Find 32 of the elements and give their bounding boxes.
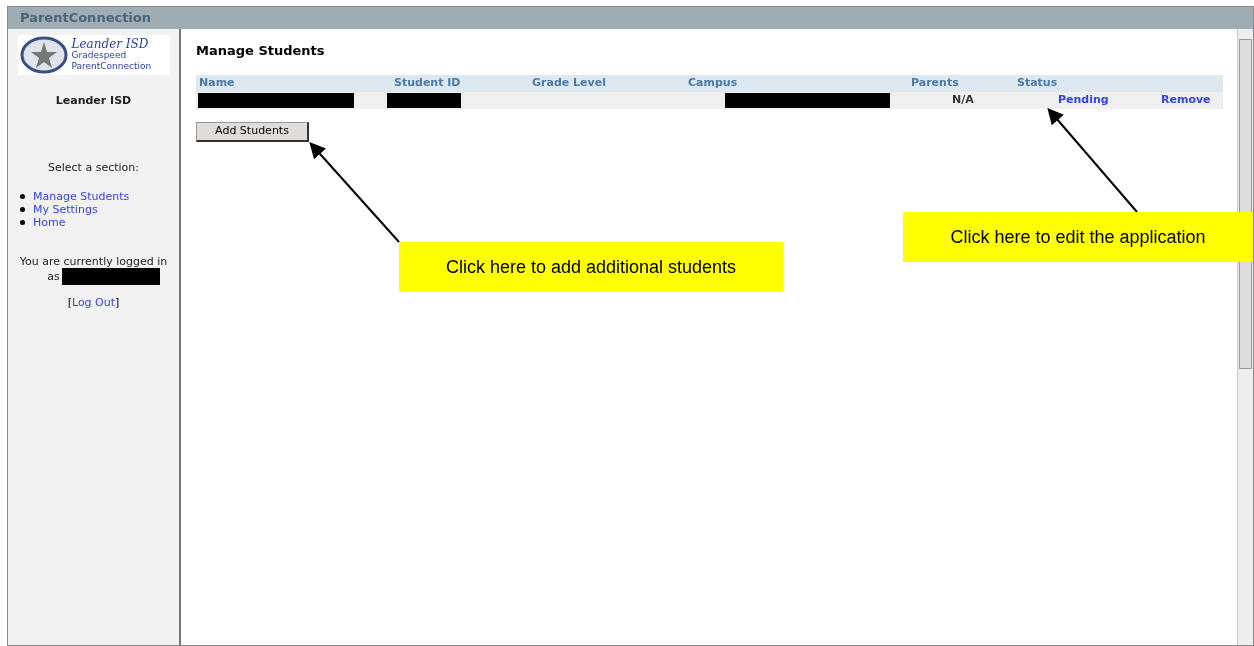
column-header: Name [199,74,236,91]
nav-link[interactable]: Manage Students [33,190,130,203]
logo-text: ParentConnection [71,60,152,72]
add-students-button[interactable]: Add Students [196,121,309,142]
column-header: Parents [911,74,960,91]
page-heading: Manage Students [196,42,326,60]
bracket-text: [ [67,295,72,311]
nav-link[interactable]: Home [33,216,66,229]
district-name: Leander ISD [55,93,132,109]
logo-text: Leander ISD [71,38,150,50]
bullet-icon [20,194,25,199]
logo-text: Gradespeed [71,49,128,61]
star-seal-icon [19,36,68,74]
status-link[interactable]: Pending [1058,91,1161,109]
bullet-icon [20,220,25,225]
column-header: Campus [688,74,739,91]
logout-link[interactable]: Log Out [71,295,116,312]
scrollbar[interactable] [1237,29,1253,645]
nav-link[interactable]: My Settings [33,203,98,216]
callout-note: Click here to edit the application [903,212,1253,262]
section-prompt: Select a section: [48,159,139,176]
window-title: ParentConnection [20,9,151,28]
column-header: Student ID [394,74,462,91]
callout-note: Click here to add additional students [399,242,783,292]
column-header: Status [1017,74,1059,91]
login-status-text: as [47,270,60,283]
bracket-text: ] [115,295,120,311]
login-status-text: You are currently logged in [19,255,168,268]
column-header: Grade Level [532,74,607,91]
table-cell-text: N/A [952,91,975,108]
bullet-icon [20,207,25,212]
remove-link[interactable]: Remove [1161,91,1211,109]
